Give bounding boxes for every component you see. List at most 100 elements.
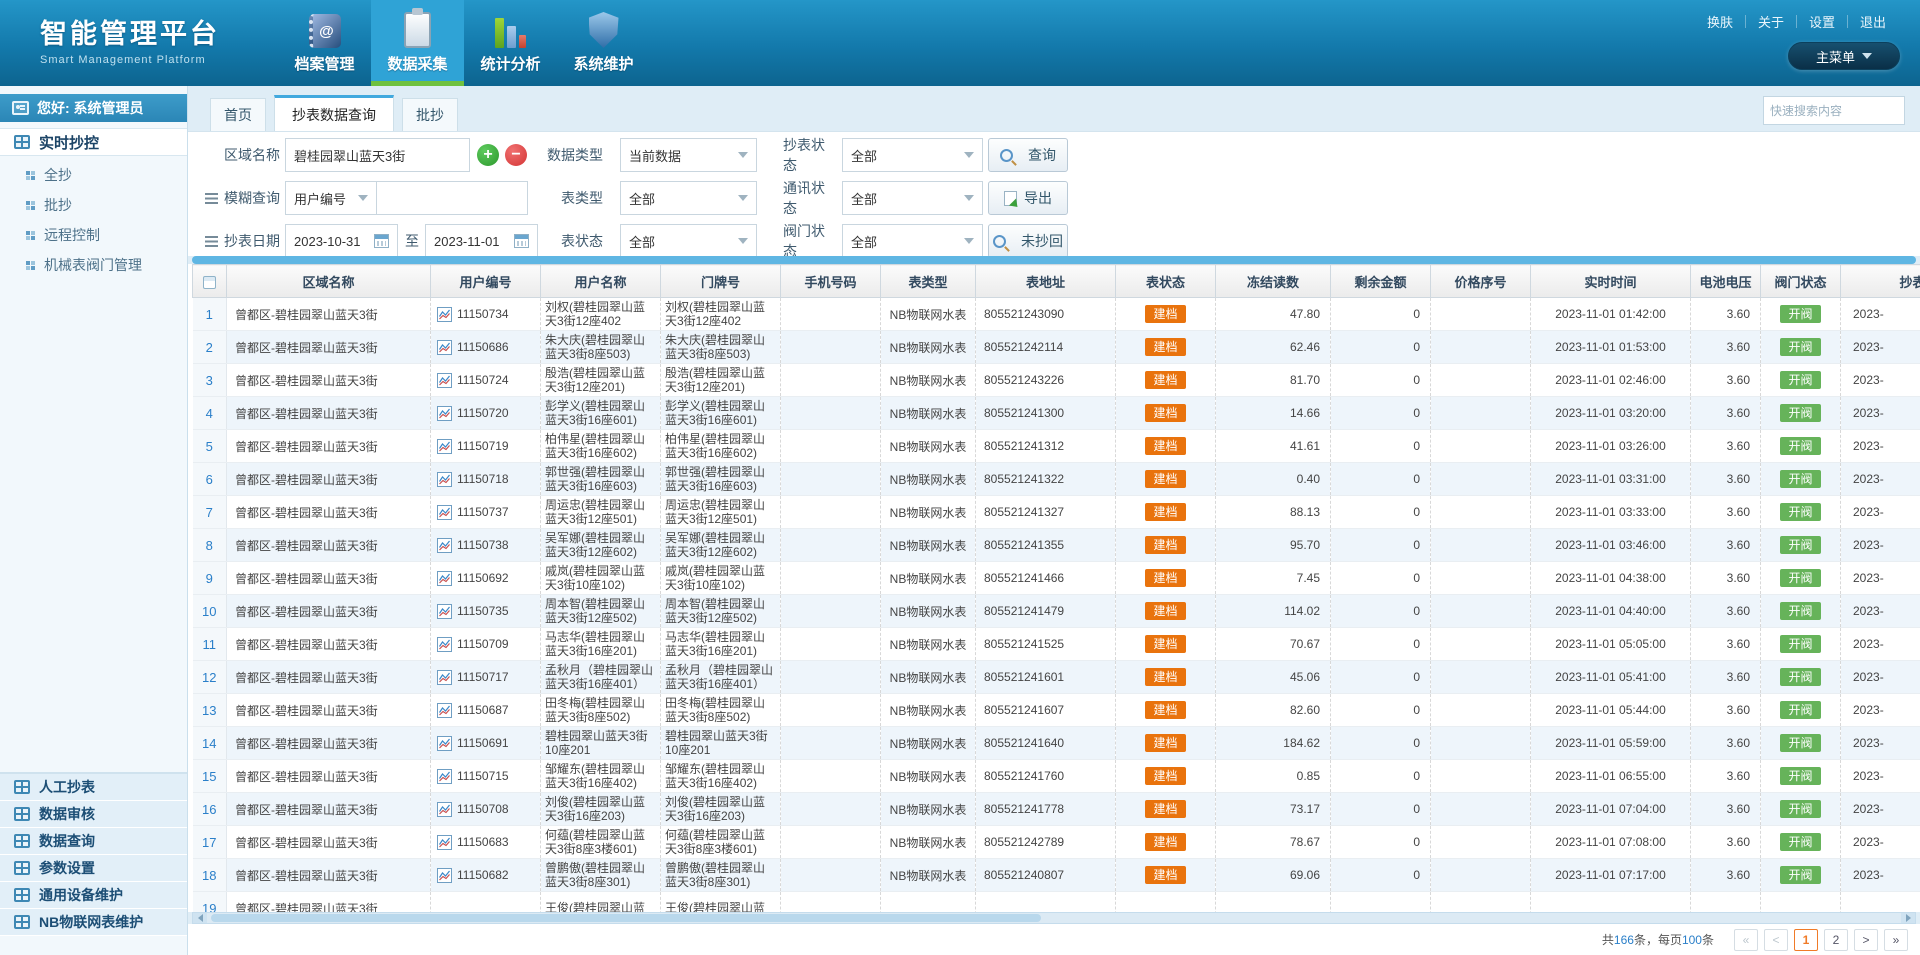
meter-status-select[interactable]: 全部 [620,224,757,258]
usage-chart-icon[interactable] [437,736,452,751]
table-row[interactable]: 6曾都区-碧桂园翠山蓝天3街11150718郭世强(碧桂园翠山蓝天3街16座60… [193,463,1920,496]
nav-item-archive[interactable]: @ 档案管理 [278,0,371,86]
table-row[interactable]: 9曾都区-碧桂园翠山蓝天3街11150692戚岚(碧桂园翠山蓝天3街10座102… [193,562,1920,595]
quick-link-1[interactable]: 关于 [1746,12,1796,31]
quick-link-3[interactable]: 退出 [1848,12,1898,31]
sidebar-subitem-2[interactable]: 远程控制 [0,220,187,250]
unread-button[interactable]: 未抄回 [988,224,1068,258]
table-row[interactable]: 12曾都区-碧桂园翠山蓝天3街11150717孟秋月（碧桂园翠山蓝天3街16座4… [193,661,1920,694]
col-header-13[interactable]: 阀门状态 [1761,265,1841,298]
comm-status-select[interactable]: 全部 [842,181,983,215]
sidebar-item-2[interactable]: 数据查询 [0,828,187,855]
meter-type-select[interactable]: 全部 [620,181,757,215]
table-row[interactable]: 3曾都区-碧桂园翠山蓝天3街11150724殷浩(碧桂园翠山蓝天3街12座201… [193,364,1920,397]
usage-chart-icon[interactable] [437,604,452,619]
usage-chart-icon[interactable] [437,703,452,718]
nav-item-statistics[interactable]: 统计分析 [464,0,557,86]
table-row[interactable]: 17曾都区-碧桂园翠山蓝天3街11150683何蕴(碧桂园翠山蓝天3街8座3楼6… [193,826,1920,859]
data-type-select[interactable]: 当前数据 [620,138,757,172]
usage-chart-icon[interactable] [437,835,452,850]
sidebar-subitem-3[interactable]: 机械表阀门管理 [0,250,187,280]
col-header-3[interactable]: 门牌号 [661,265,781,298]
col-header-10[interactable]: 价格序号 [1431,265,1531,298]
date-from-picker[interactable]: 2023-10-31 [285,224,398,258]
col-header-4[interactable]: 手机号码 [781,265,881,298]
page-button->[interactable]: > [1854,929,1878,951]
usage-chart-icon[interactable] [437,439,452,454]
usage-chart-icon[interactable] [437,538,452,553]
tab-batch-read[interactable]: 批抄 [402,98,458,131]
table-row[interactable]: 10曾都区-碧桂园翠山蓝天3街11150735周本智(碧桂园翠山蓝天3街12座5… [193,595,1920,628]
remove-area-button[interactable]: − [505,144,527,166]
fuzzy-field-select[interactable]: 用户编号 [285,181,377,215]
usage-chart-icon[interactable] [437,868,452,883]
read-status-select[interactable]: 全部 [842,138,983,172]
page-button-2[interactable]: 2 [1824,929,1848,951]
usage-chart-icon[interactable] [437,340,452,355]
sidebar-item-realtime-read[interactable]: 实时抄控 [0,128,187,156]
col-header-5[interactable]: 表类型 [881,265,976,298]
quick-link-2[interactable]: 设置 [1797,12,1847,31]
table-bottom-scrollbar[interactable] [192,912,1916,924]
table-row[interactable]: 8曾都区-碧桂园翠山蓝天3街11150738吴军娜(碧桂园翠山蓝天3街12座60… [193,529,1920,562]
table-row[interactable]: 1曾都区-碧桂园翠山蓝天3街11150734刘权(碧桂园翠山蓝天3街12座402… [193,298,1920,331]
scrollbar-thumb[interactable] [211,914,1041,922]
add-area-button[interactable]: + [477,144,499,166]
query-button[interactable]: 查询 [988,138,1068,172]
page-button-»[interactable]: » [1884,929,1908,951]
table-top-scrollbar[interactable] [192,256,1916,264]
scroll-right-arrow-icon[interactable] [1901,913,1915,923]
nav-item-data-collect[interactable]: 数据采集 [371,0,464,86]
date-to-picker[interactable]: 2023-11-01 [425,224,538,258]
col-header-7[interactable]: 表状态 [1116,265,1216,298]
tab-meter-data-query[interactable]: 抄表数据查询 [274,95,394,131]
usage-chart-icon[interactable] [437,670,452,685]
table-row[interactable]: 11曾都区-碧桂园翠山蓝天3街11150709马志华(碧桂园翠山蓝天3街16座2… [193,628,1920,661]
table-row[interactable]: 7曾都区-碧桂园翠山蓝天3街11150737周运忠(碧桂园翠山蓝天3街12座50… [193,496,1920,529]
page-button-<[interactable]: < [1764,929,1788,951]
quick-link-0[interactable]: 换肤 [1695,12,1745,31]
usage-chart-icon[interactable] [437,406,452,421]
sidebar-item-3[interactable]: 参数设置 [0,855,187,882]
sidebar-subitem-0[interactable]: 全抄 [0,160,187,190]
table-row[interactable]: 18曾都区-碧桂园翠山蓝天3街11150682曾鹏傲(碧桂园翠山蓝天3街8座30… [193,859,1920,892]
usage-chart-icon[interactable] [437,637,452,652]
nav-item-maintenance[interactable]: 系统维护 [557,0,650,86]
sidebar-item-4[interactable]: 通用设备维护 [0,882,187,909]
select-all-header[interactable] [193,265,227,298]
col-header-11[interactable]: 实时时间 [1531,265,1691,298]
sidebar-subitem-1[interactable]: 批抄 [0,190,187,220]
tab-home[interactable]: 首页 [210,98,266,131]
col-header-12[interactable]: 电池电压 [1691,265,1761,298]
table-row[interactable]: 2曾都区-碧桂园翠山蓝天3街11150686朱大庆(碧桂园翠山蓝天3街8座503… [193,331,1920,364]
page-button-«[interactable]: « [1734,929,1758,951]
valve-status-select[interactable]: 全部 [842,224,983,258]
sidebar-item-5[interactable]: NB物联网表维护 [0,909,187,936]
export-button[interactable]: 导出 [988,181,1068,215]
usage-chart-icon[interactable] [437,571,452,586]
table-row[interactable]: 19曾都区-碧桂园翠山蓝天3街王俊(碧桂园翠山蓝王俊(碧桂园翠山蓝 [193,892,1920,913]
sidebar-item-0[interactable]: 人工抄表 [0,774,187,801]
table-row[interactable]: 5曾都区-碧桂园翠山蓝天3街11150719柏伟星(碧桂园翠山蓝天3街16座60… [193,430,1920,463]
fuzzy-value-input[interactable] [377,182,527,214]
page-button-1[interactable]: 1 [1794,929,1818,951]
table-row[interactable]: 15曾都区-碧桂园翠山蓝天3街11150715邹耀东(碧桂园翠山蓝天3街16座4… [193,760,1920,793]
usage-chart-icon[interactable] [437,373,452,388]
col-header-0[interactable]: 区域名称 [227,265,431,298]
area-name-input[interactable] [286,139,469,171]
col-header-1[interactable]: 用户编号 [431,265,541,298]
search-input[interactable] [1764,104,1920,118]
sidebar-item-1[interactable]: 数据审核 [0,801,187,828]
usage-chart-icon[interactable] [437,505,452,520]
col-header-8[interactable]: 冻结读数 [1216,265,1331,298]
col-header-9[interactable]: 剩余金额 [1331,265,1431,298]
usage-chart-icon[interactable] [437,307,452,322]
col-header-14[interactable]: 抄表时间 [1841,265,1920,298]
checkbox-icon[interactable] [203,276,216,289]
main-menu-button[interactable]: 主菜单 [1788,42,1900,70]
usage-chart-icon[interactable] [437,769,452,784]
table-row[interactable]: 4曾都区-碧桂园翠山蓝天3街11150720彭学义(碧桂园翠山蓝天3街16座60… [193,397,1920,430]
col-header-6[interactable]: 表地址 [976,265,1116,298]
usage-chart-icon[interactable] [437,472,452,487]
table-row[interactable]: 14曾都区-碧桂园翠山蓝天3街11150691碧桂园翠山蓝天3街10座201碧桂… [193,727,1920,760]
